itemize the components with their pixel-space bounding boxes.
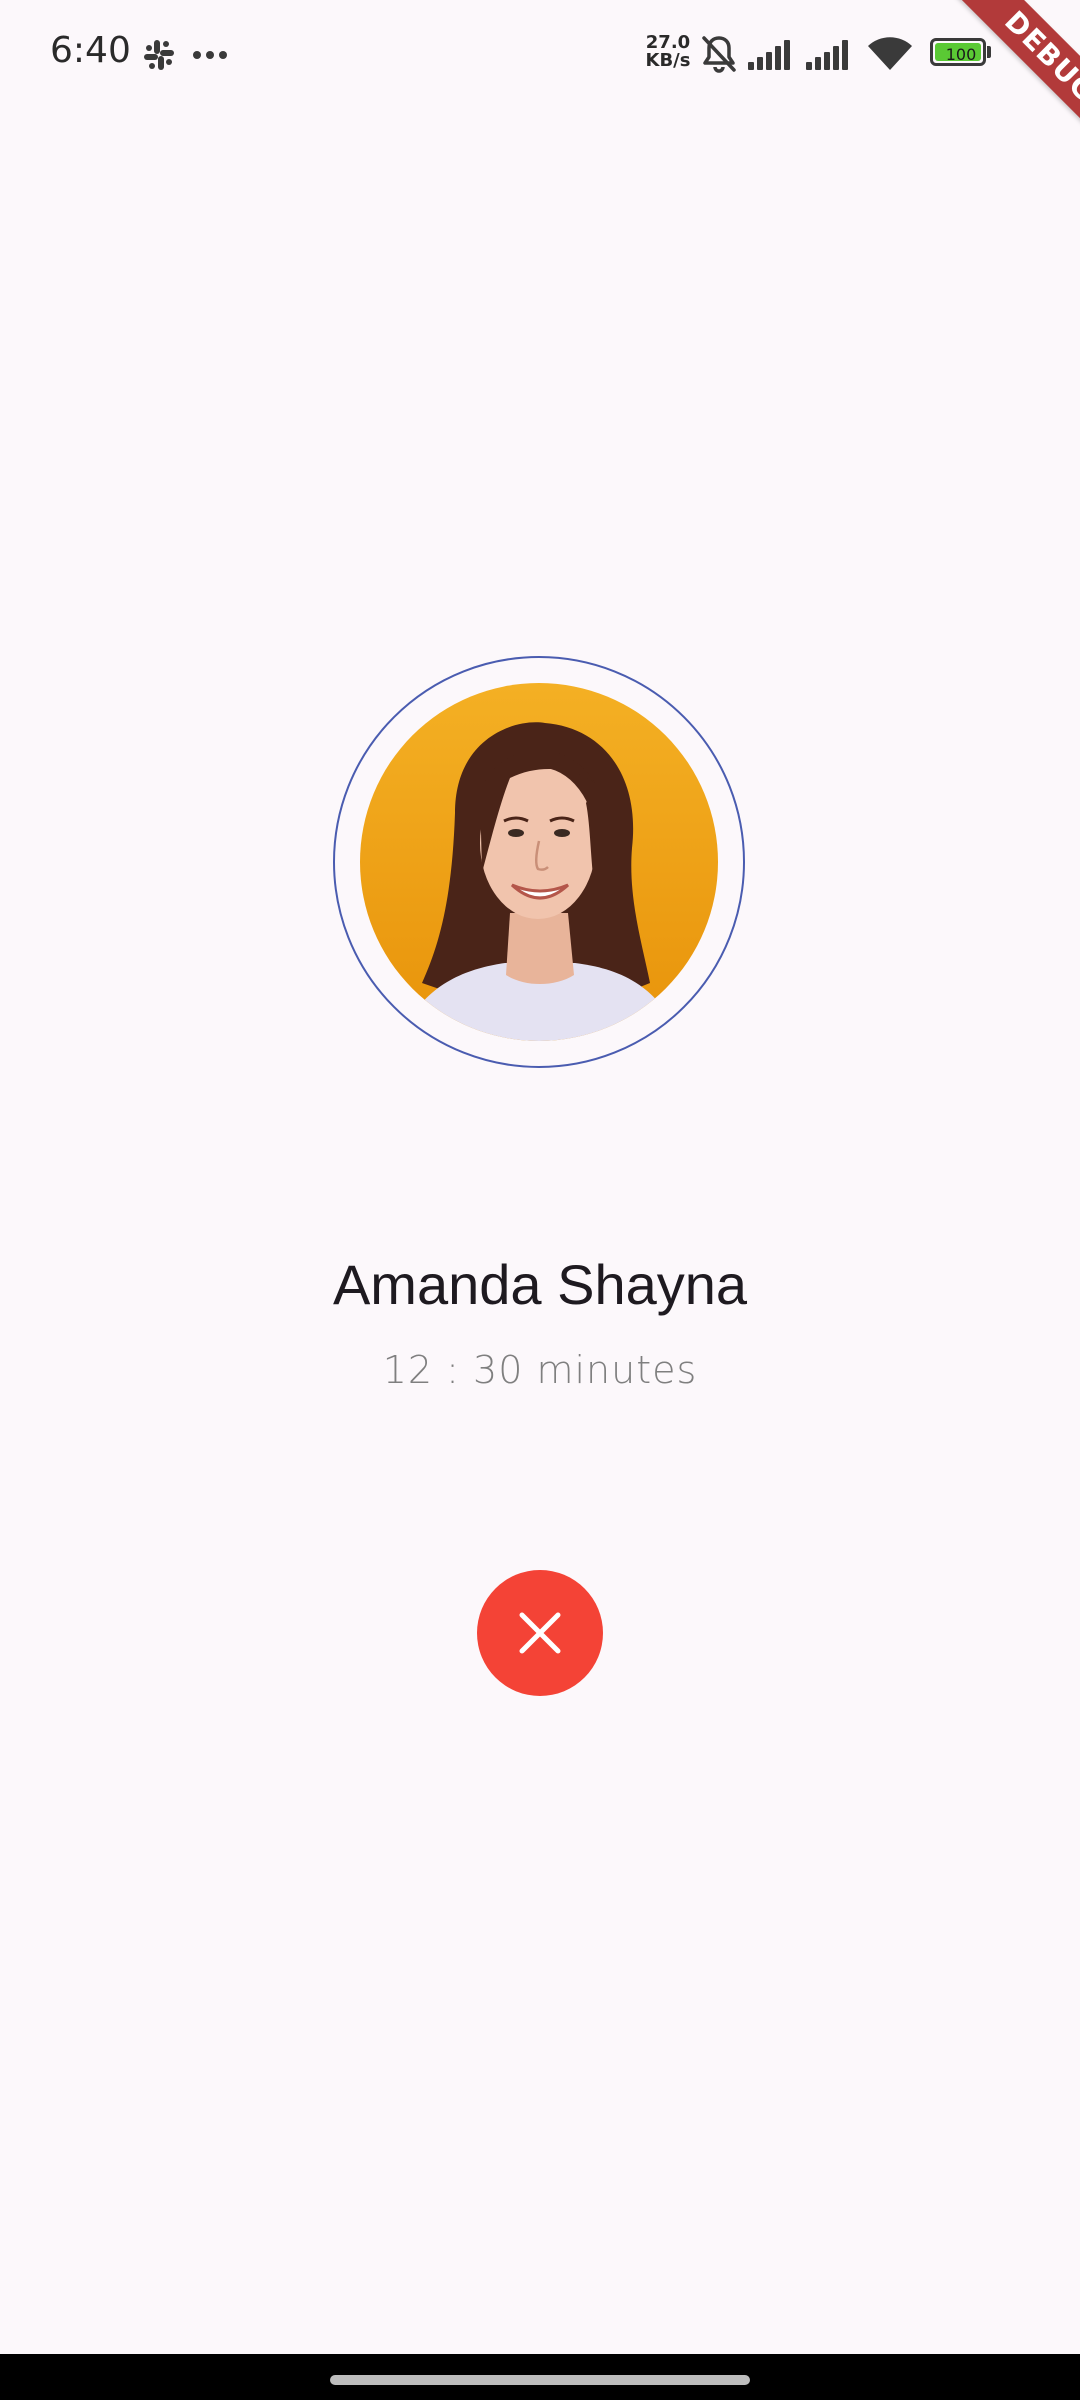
network-speed: 27.0 KB/s	[640, 34, 696, 70]
signal-icon	[806, 40, 848, 70]
battery-level: 100	[945, 45, 977, 64]
more-icon	[193, 51, 227, 59]
slack-icon	[144, 40, 174, 70]
wifi-icon	[868, 37, 912, 70]
signal-icon	[748, 40, 790, 70]
caller-avatar	[360, 683, 718, 1041]
network-speed-unit: KB/s	[645, 50, 691, 71]
close-icon	[519, 1612, 561, 1654]
battery-icon: 100	[930, 38, 991, 66]
status-bar: 6:40 27.0 KB/s 100	[0, 0, 1080, 110]
end-call-button[interactable]	[477, 1570, 603, 1696]
bell-off-icon	[702, 36, 736, 73]
caller-name: Amanda Shayna	[332, 1253, 748, 1316]
status-time: 6:40	[50, 30, 131, 71]
call-duration: 12 : 30 minutes	[382, 1348, 698, 1392]
home-indicator[interactable]	[330, 2375, 750, 2385]
